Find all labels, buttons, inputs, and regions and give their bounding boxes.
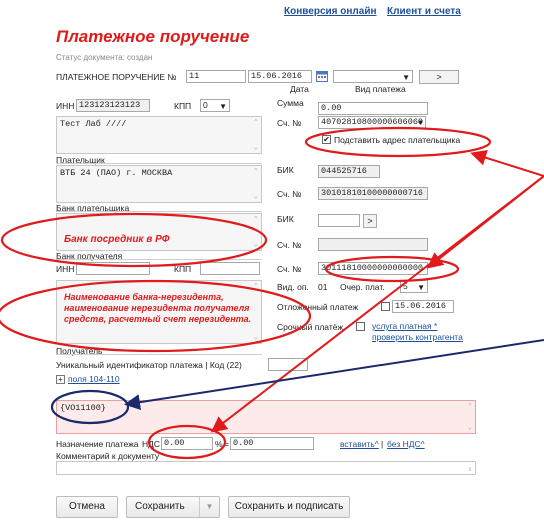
annotation-nonresident-label: Наименование банка-нерезидента, наименов…: [64, 292, 252, 324]
annotation-ellipse-vat: [147, 424, 227, 460]
annotation-overlay: [0, 126, 544, 460]
annotation-intermediary-label: Банк посредник в РФ: [64, 234, 170, 245]
annotation-ellipse-vo: [50, 389, 130, 425]
annotation-ellipse-address: [304, 126, 492, 158]
